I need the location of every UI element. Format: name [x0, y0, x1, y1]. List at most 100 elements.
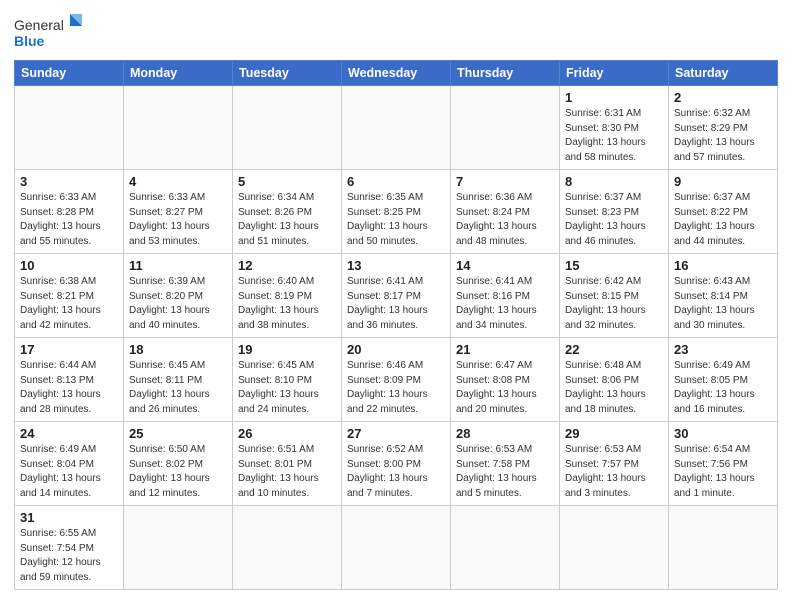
calendar-cell: 10 Sunrise: 6:38 AM Sunset: 8:21 PM Dayli…	[15, 254, 124, 338]
week-row-6: 31 Sunrise: 6:55 AM Sunset: 7:54 PM Dayli…	[15, 506, 778, 590]
calendar-cell: 30Sunrise: 6:54 AM Sunset: 7:56 PM Dayli…	[669, 422, 778, 506]
calendar-cell	[342, 86, 451, 170]
calendar-table: SundayMondayTuesdayWednesdayThursdayFrid…	[14, 60, 778, 590]
calendar-cell: 1Sunrise: 6:31 AM Sunset: 8:30 PM Daylig…	[560, 86, 669, 170]
day-number: 15	[565, 258, 663, 273]
calendar-cell: 7 Sunrise: 6:36 AM Sunset: 8:24 PM Daylig…	[451, 170, 560, 254]
day-info: Sunrise: 6:55 AM Sunset: 7:54 PM Dayligh…	[20, 527, 118, 585]
day-number: 24	[20, 426, 118, 441]
day-info: Sunrise: 6:43 AM Sunset: 8:14 PM Dayligh…	[674, 275, 772, 333]
day-info: Sunrise: 6:34 AM Sunset: 8:26 PM Dayligh…	[238, 191, 336, 249]
day-info: Sunrise: 6:36 AM Sunset: 8:24 PM Dayligh…	[456, 191, 554, 249]
calendar-cell: 18 Sunrise: 6:45 AM Sunset: 8:11 PM Dayli…	[124, 338, 233, 422]
day-number: 27	[347, 426, 445, 441]
calendar-cell: 15 Sunrise: 6:42 AM Sunset: 8:15 PM Dayli…	[560, 254, 669, 338]
day-number: 7	[456, 174, 554, 189]
calendar-cell: 6 Sunrise: 6:35 AM Sunset: 8:25 PM Daylig…	[342, 170, 451, 254]
day-info: Sunrise: 6:31 AM Sunset: 8:30 PM Dayligh…	[565, 107, 663, 165]
calendar-cell: 19Sunrise: 6:45 AM Sunset: 8:10 PM Dayli…	[233, 338, 342, 422]
day-info: Sunrise: 6:32 AM Sunset: 8:29 PM Dayligh…	[674, 107, 772, 165]
calendar-cell	[124, 86, 233, 170]
generalblue-logo-icon: GeneralBlue	[14, 10, 84, 54]
calendar-cell: 9Sunrise: 6:37 AM Sunset: 8:22 PM Daylig…	[669, 170, 778, 254]
day-info: Sunrise: 6:52 AM Sunset: 8:00 PM Dayligh…	[347, 443, 445, 501]
svg-text:General: General	[14, 17, 64, 33]
day-info: Sunrise: 6:38 AM Sunset: 8:21 PM Dayligh…	[20, 275, 118, 333]
calendar-cell	[342, 506, 451, 590]
svg-text:Blue: Blue	[14, 33, 45, 49]
day-info: Sunrise: 6:49 AM Sunset: 8:04 PM Dayligh…	[20, 443, 118, 501]
calendar-cell: 8 Sunrise: 6:37 AM Sunset: 8:23 PM Daylig…	[560, 170, 669, 254]
day-info: Sunrise: 6:45 AM Sunset: 8:11 PM Dayligh…	[129, 359, 227, 417]
day-info: Sunrise: 6:35 AM Sunset: 8:25 PM Dayligh…	[347, 191, 445, 249]
day-info: Sunrise: 6:33 AM Sunset: 8:28 PM Dayligh…	[20, 191, 118, 249]
day-number: 10	[20, 258, 118, 273]
calendar-cell	[233, 86, 342, 170]
day-number: 4	[129, 174, 227, 189]
calendar-cell: 29Sunrise: 6:53 AM Sunset: 7:57 PM Dayli…	[560, 422, 669, 506]
calendar-cell	[15, 86, 124, 170]
calendar-cell: 14Sunrise: 6:41 AM Sunset: 8:16 PM Dayli…	[451, 254, 560, 338]
calendar-cell	[233, 506, 342, 590]
calendar-cell	[124, 506, 233, 590]
calendar-cell	[669, 506, 778, 590]
calendar-cell	[451, 86, 560, 170]
day-info: Sunrise: 6:44 AM Sunset: 8:13 PM Dayligh…	[20, 359, 118, 417]
day-info: Sunrise: 6:37 AM Sunset: 8:23 PM Dayligh…	[565, 191, 663, 249]
header: GeneralBlue	[14, 10, 778, 54]
logo: GeneralBlue	[14, 10, 84, 54]
calendar-cell: 12 Sunrise: 6:40 AM Sunset: 8:19 PM Dayli…	[233, 254, 342, 338]
weekday-header-tuesday: Tuesday	[233, 61, 342, 86]
day-info: Sunrise: 6:40 AM Sunset: 8:19 PM Dayligh…	[238, 275, 336, 333]
day-number: 8	[565, 174, 663, 189]
day-number: 11	[129, 258, 227, 273]
day-number: 6	[347, 174, 445, 189]
weekday-header-wednesday: Wednesday	[342, 61, 451, 86]
weekday-header-row: SundayMondayTuesdayWednesdayThursdayFrid…	[15, 61, 778, 86]
calendar-cell: 23Sunrise: 6:49 AM Sunset: 8:05 PM Dayli…	[669, 338, 778, 422]
day-info: Sunrise: 6:50 AM Sunset: 8:02 PM Dayligh…	[129, 443, 227, 501]
week-row-3: 10 Sunrise: 6:38 AM Sunset: 8:21 PM Dayli…	[15, 254, 778, 338]
calendar-cell: 28 Sunrise: 6:53 AM Sunset: 7:58 PM Dayli…	[451, 422, 560, 506]
day-number: 25	[129, 426, 227, 441]
weekday-header-friday: Friday	[560, 61, 669, 86]
day-info: Sunrise: 6:53 AM Sunset: 7:58 PM Dayligh…	[456, 443, 554, 501]
day-number: 9	[674, 174, 772, 189]
day-number: 28	[456, 426, 554, 441]
day-number: 22	[565, 342, 663, 357]
day-number: 2	[674, 90, 772, 105]
calendar-cell: 4 Sunrise: 6:33 AM Sunset: 8:27 PM Daylig…	[124, 170, 233, 254]
day-info: Sunrise: 6:42 AM Sunset: 8:15 PM Dayligh…	[565, 275, 663, 333]
day-info: Sunrise: 6:45 AM Sunset: 8:10 PM Dayligh…	[238, 359, 336, 417]
day-number: 13	[347, 258, 445, 273]
day-number: 26	[238, 426, 336, 441]
day-number: 31	[20, 510, 118, 525]
day-number: 21	[456, 342, 554, 357]
calendar-cell: 20Sunrise: 6:46 AM Sunset: 8:09 PM Dayli…	[342, 338, 451, 422]
calendar-cell: 13Sunrise: 6:41 AM Sunset: 8:17 PM Dayli…	[342, 254, 451, 338]
day-number: 17	[20, 342, 118, 357]
day-number: 23	[674, 342, 772, 357]
day-info: Sunrise: 6:48 AM Sunset: 8:06 PM Dayligh…	[565, 359, 663, 417]
day-number: 12	[238, 258, 336, 273]
week-row-2: 3Sunrise: 6:33 AM Sunset: 8:28 PM Daylig…	[15, 170, 778, 254]
calendar-cell: 5 Sunrise: 6:34 AM Sunset: 8:26 PM Daylig…	[233, 170, 342, 254]
weekday-header-saturday: Saturday	[669, 61, 778, 86]
calendar-cell: 3Sunrise: 6:33 AM Sunset: 8:28 PM Daylig…	[15, 170, 124, 254]
day-number: 20	[347, 342, 445, 357]
day-info: Sunrise: 6:53 AM Sunset: 7:57 PM Dayligh…	[565, 443, 663, 501]
week-row-5: 24 Sunrise: 6:49 AM Sunset: 8:04 PM Dayli…	[15, 422, 778, 506]
day-info: Sunrise: 6:54 AM Sunset: 7:56 PM Dayligh…	[674, 443, 772, 501]
day-info: Sunrise: 6:33 AM Sunset: 8:27 PM Dayligh…	[129, 191, 227, 249]
day-info: Sunrise: 6:51 AM Sunset: 8:01 PM Dayligh…	[238, 443, 336, 501]
calendar-cell: 17 Sunrise: 6:44 AM Sunset: 8:13 PM Dayli…	[15, 338, 124, 422]
calendar-cell: 27 Sunrise: 6:52 AM Sunset: 8:00 PM Dayli…	[342, 422, 451, 506]
day-number: 5	[238, 174, 336, 189]
calendar-cell: 21Sunrise: 6:47 AM Sunset: 8:08 PM Dayli…	[451, 338, 560, 422]
weekday-header-monday: Monday	[124, 61, 233, 86]
calendar-cell: 26 Sunrise: 6:51 AM Sunset: 8:01 PM Dayli…	[233, 422, 342, 506]
day-number: 14	[456, 258, 554, 273]
weekday-header-thursday: Thursday	[451, 61, 560, 86]
day-number: 18	[129, 342, 227, 357]
calendar-cell: 11Sunrise: 6:39 AM Sunset: 8:20 PM Dayli…	[124, 254, 233, 338]
